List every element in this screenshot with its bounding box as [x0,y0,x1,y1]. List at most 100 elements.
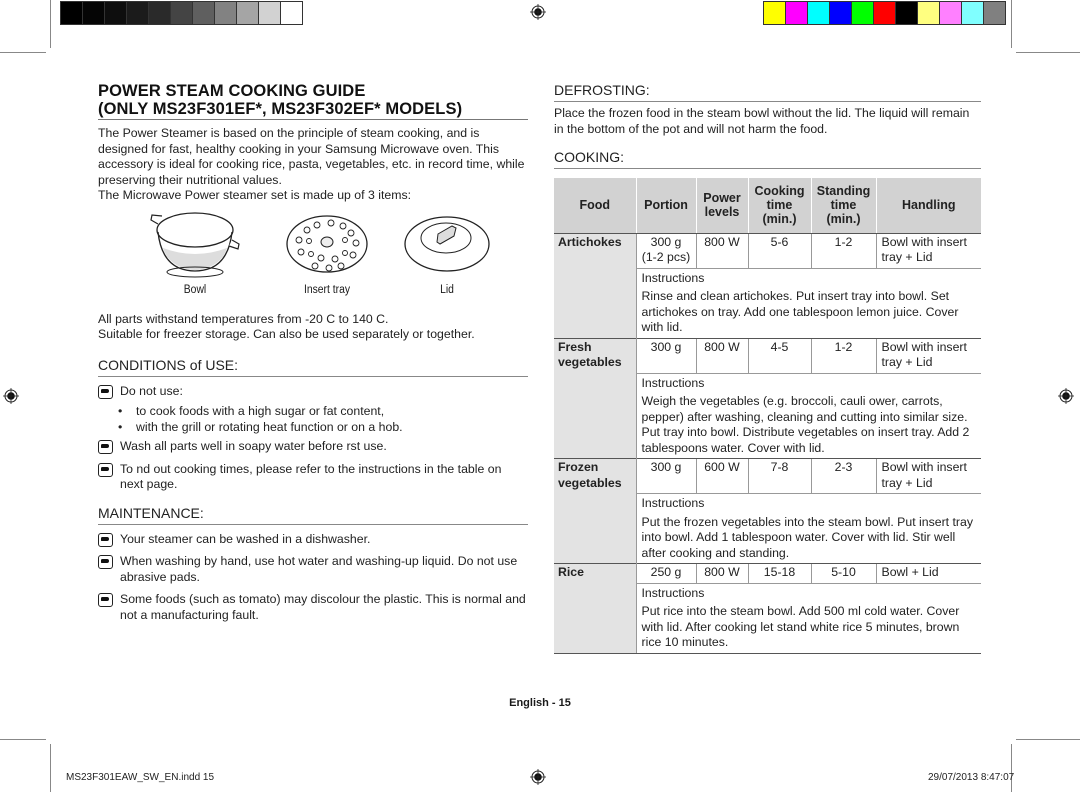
file-slug: MS23F301EAW_SW_EN.indd 15 [66,772,215,783]
color-swatch [281,2,302,24]
defrosting-heading: DEFROSTING: [554,82,981,102]
temperature-note: All parts withstand temperatures from -2… [98,311,389,326]
defrosting-text: Place the frozen food in the steam bowl … [554,106,970,136]
crop-mark-top-right-h [1016,52,1080,53]
note-wash: Wash all parts well in soapy water befor… [98,439,528,455]
cell-portion: 250 g [635,563,696,583]
cell-power: 800 W [695,563,748,583]
pointing-hand-icon [98,593,113,607]
instructions-text: Weigh the vegetables (e.g. broccoli, cau… [635,393,981,459]
cell-food: Rice [554,563,636,654]
instructions-label: Instructions [635,372,981,393]
intro-paragraph: The Power Steamer is based on the princi… [98,126,525,187]
color-swatch [171,2,192,24]
note-refer: To nd out cooking times, please refer to… [98,462,528,493]
header-line: time [830,198,857,213]
portion-value: 300 g [650,460,682,474]
food-name: Rice [558,565,584,579]
pointing-hand-icon [98,532,113,547]
cell-standing-time: 1-2 [810,233,876,268]
cell-standing-time: 5-10 [810,563,876,583]
header-standing-time: Standing time (min.) [810,178,876,234]
crop-mark-bottom-right-v [1011,744,1012,792]
note-text: Some foods (such as tomato) may discolou… [120,592,526,622]
food-name: Fresh [558,339,592,354]
cell-cooking-time: 4-5 [747,337,811,373]
cell-handling: Bowl with insert tray + Lid [875,458,981,494]
pointing-hand-icon [98,440,113,454]
cooking-table: Food Portion Power levels Cooking time (min… [554,178,981,654]
color-swatch [808,2,829,24]
cell-handling: Bowl with insert tray + Lid [875,337,981,373]
table-row: Rice 250 g 800 W 15-18 5-10 Bowl + Lid [554,563,981,654]
registration-mark-icon [530,769,546,785]
lid-icon [404,215,490,272]
header-food: Food [554,178,636,234]
header-line: (min.) [826,212,861,227]
cell-cooking-time: 5-6 [747,233,811,268]
note-do-not-use: Do not use: [98,384,528,400]
header-line: Standing [816,184,871,199]
color-swatch [215,2,236,24]
portion-value: 300 g [650,234,682,249]
part-insert-tray: Insert tray [272,208,382,296]
color-swatch [962,2,983,24]
page-title: POWER STEAM COOKING GUIDE [98,82,366,100]
registration-mark-icon [3,388,19,404]
bullet-text: to cook foods with a high sugar or fat c… [136,404,385,418]
table-header-row: Food Portion Power levels Cooking time (min… [554,178,981,234]
cell-food: Fresh vegetables [554,337,636,459]
portion-detail: (1-2 pcs) [641,250,691,264]
color-swatch [786,2,807,24]
food-name: Artichokes [558,234,622,249]
color-swatch [237,2,258,24]
pointing-hand-icon [98,462,113,477]
pointing-hand-icon [98,555,113,569]
crop-mark-top-left-h [0,52,46,53]
cell-portion: 300 g (1-2 pcs) [635,233,696,268]
food-name: Frozen [558,460,599,474]
cmyk-color-bar [763,1,1006,25]
note-text: Wash all parts well in soapy water befor… [120,439,387,453]
maintenance-note: When washing by hand, use hot water and … [98,554,528,585]
right-column: DEFROSTING: Place the frozen food in the… [554,82,981,654]
note-text: Do not use: [120,383,183,398]
portion-value: 250 g [650,565,682,579]
cell-portion: 300 g [635,458,696,494]
cooking-heading: COOKING: [554,149,981,169]
parts-illustration: Bowl Insert tray Lid [98,208,528,312]
crop-mark-top-right-v [1011,0,1012,48]
cell-portion: 300 g [635,337,696,373]
color-swatch [193,2,214,24]
pointing-hand-icon [98,384,113,399]
header-handling: Handling [875,178,981,234]
instructions-text: Put rice into the steam bowl. Add 500 ml… [635,603,981,654]
header-portion: Portion [635,178,696,234]
bullet-item: with the grill or rotating heat function… [118,420,528,436]
instructions-text: Rinse and clean artichokes. Put insert t… [635,288,981,338]
crop-mark-bottom-left-h [0,739,46,740]
color-swatch [918,2,939,24]
note-text: To nd out cooking times, please refer to… [120,461,502,492]
maintenance-note: Your steamer can be washed in a dishwash… [98,532,528,548]
portion-value: 300 g [650,339,682,354]
header-line: Cooking [754,184,805,199]
header-cooking-time: Cooking time (min.) [747,178,811,234]
maintenance-heading: MAINTENANCE: [98,505,528,525]
conditions-heading: CONDITIONS of USE: [98,357,528,377]
print-timestamp: 29/07/2013 8:47:07 [928,772,1015,783]
page-number: English - 15 [509,697,571,709]
header-line: time [766,198,793,213]
instructions-label: Instructions [635,493,981,514]
items-intro: The Microwave Power steamer set is made … [98,188,412,202]
cell-standing-time: 2-3 [810,458,876,494]
part-lid: Lid [392,208,502,296]
bullet-text: with the grill or rotating heat function… [136,419,403,434]
cell-food: Artichokes [554,233,636,338]
instructions-text: Put the frozen vegetables into the steam… [635,513,981,564]
cell-power: 800 W [695,337,748,373]
maintenance-note: Some foods (such as tomato) may discolou… [98,592,528,623]
cell-cooking-time: 7-8 [747,458,811,494]
insert-tray-icon [286,214,368,273]
cell-handling: Bowl with insert tray + Lid [875,233,981,268]
